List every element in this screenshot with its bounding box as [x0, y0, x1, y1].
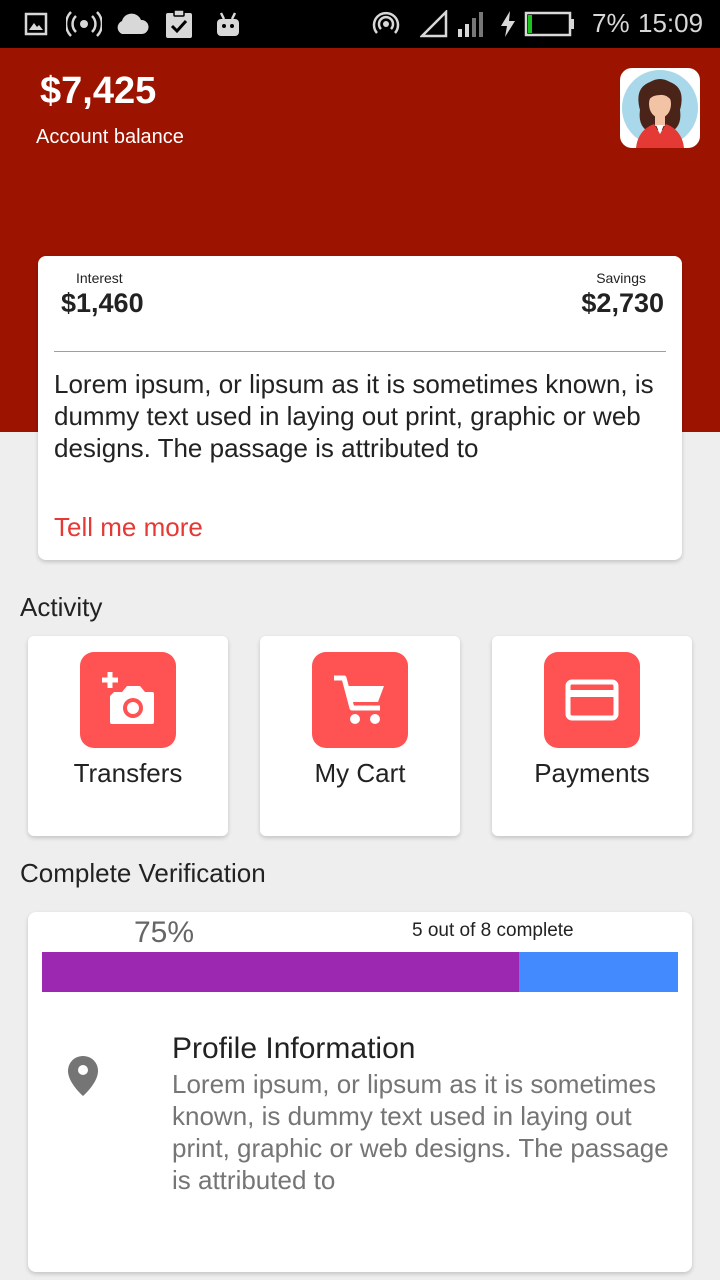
interest-value: $1,460 — [61, 288, 144, 318]
location-pin-icon — [66, 1054, 100, 1103]
signal-bars-icon — [456, 10, 486, 38]
payments-label: Payments — [534, 758, 650, 788]
status-bar: 7% 15:09 — [0, 0, 720, 48]
credit-card-icon — [544, 652, 640, 748]
add-photo-icon — [80, 652, 176, 748]
summary-description: Lorem ipsum, or lipsum as it is sometime… — [54, 369, 654, 463]
transfers-tile[interactable]: Transfers — [28, 636, 228, 836]
interest-label: Interest — [76, 270, 123, 286]
clipboard-check-icon — [164, 9, 194, 38]
hotspot-icon — [372, 10, 400, 38]
signal-icon — [420, 10, 448, 38]
verification-card: 75% 5 out of 8 complete Profile Informat… — [28, 912, 692, 1272]
progress-count: 5 out of 8 complete — [412, 920, 574, 941]
cloud-icon — [114, 10, 150, 38]
avatar[interactable] — [620, 68, 700, 148]
profile-information-text: Lorem ipsum, or lipsum as it is sometime… — [172, 1069, 669, 1195]
account-balance-label: Account balance — [36, 126, 184, 148]
progress-bar — [42, 952, 678, 992]
progress-bar-fill — [42, 952, 519, 992]
transfers-label: Transfers — [73, 758, 183, 788]
tell-me-more-link[interactable]: Tell me more — [54, 512, 203, 543]
profile-information-title: Profile Information — [172, 1032, 416, 1065]
balance-summary-card: Interest $1,460 Savings $2,730 Lorem ips… — [38, 256, 682, 560]
divider — [54, 351, 666, 352]
clock: 15:09 — [638, 8, 704, 38]
my-cart-tile[interactable]: My Cart — [260, 636, 460, 836]
battery-icon — [524, 10, 576, 38]
verification-title: Complete Verification — [20, 858, 266, 888]
charging-icon — [498, 10, 518, 38]
android-icon — [214, 10, 242, 38]
progress-percent: 75% — [134, 916, 195, 949]
savings-label: Savings — [596, 270, 646, 286]
savings-value: $2,730 — [581, 288, 664, 318]
cart-icon — [312, 652, 408, 748]
image-icon — [24, 10, 48, 38]
broadcast-icon — [66, 10, 102, 38]
user-avatar-icon — [622, 70, 698, 148]
my-cart-label: My Cart — [314, 758, 406, 788]
activity-title: Activity — [20, 592, 103, 622]
battery-percent: 7% — [592, 8, 630, 38]
account-balance: $7,425 — [40, 70, 157, 112]
payments-tile[interactable]: Payments — [492, 636, 692, 836]
